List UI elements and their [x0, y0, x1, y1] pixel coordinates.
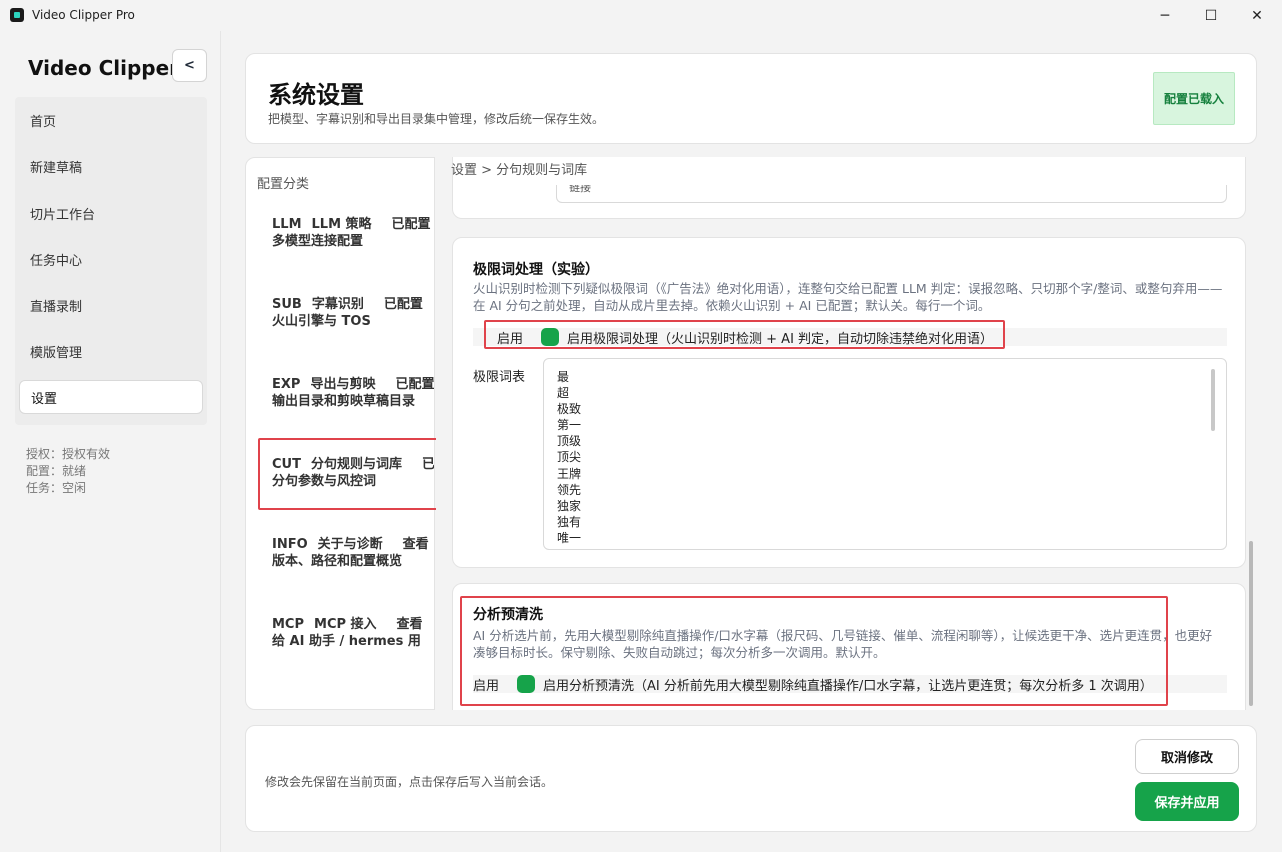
toggle-label: 启用: [497, 331, 524, 347]
category-status: 已启: [421, 457, 435, 472]
extreme-words-card: 极限词处理（实验） 火山识别时检测下列疑似极限词（《广告法》绝对化用语），连整句…: [452, 237, 1246, 568]
category-name: 关于与诊断: [317, 537, 383, 552]
extreme-words-toggle[interactable]: [541, 328, 560, 346]
sidebar-item-templates[interactable]: 模版管理: [19, 334, 203, 368]
preclean-toggle[interactable]: [517, 675, 536, 693]
preclean-card: 分析预清洗 AI 分析选片前，先用大模型剔除纯直播操作/口水字幕（报尺码、几号链…: [452, 583, 1246, 710]
category-code: CUT: [272, 457, 301, 472]
category-desc: 版本、路径和配置概览: [272, 554, 403, 569]
title-bar: Video Clipper Pro ─ ☐ ✕: [0, 0, 1282, 31]
category-desc: 多模型连接配置: [272, 234, 364, 249]
category-status: 查看: [396, 617, 423, 632]
category-heading: 配置分类: [257, 177, 310, 192]
category-desc: 火山引擎与 TOS: [272, 314, 371, 329]
word-item: 领先: [557, 482, 582, 497]
toggle-label: 启用: [473, 678, 500, 694]
content-scrollbar[interactable]: [1249, 541, 1253, 706]
preclean-title: 分析预清洗: [473, 607, 543, 623]
category-code: MCP: [272, 617, 305, 632]
save-apply-button[interactable]: 保存并应用: [1135, 782, 1239, 821]
sidebar-item-task-center[interactable]: 任务中心: [19, 242, 203, 276]
word-item: 顶尖: [557, 450, 582, 465]
word-item: 唯一: [557, 530, 582, 545]
window-title: Video Clipper Pro: [32, 8, 135, 22]
category-code: SUB: [272, 297, 302, 312]
sidebar-collapse-button[interactable]: <: [172, 49, 207, 82]
extreme-words-toggle-row: 启用 启用极限词处理（火山识别时检测 + AI 判定，自动切除违禁绝对化用语）: [473, 328, 1227, 347]
extreme-words-title: 极限词处理（实验）: [473, 262, 599, 278]
toggle-text: 启用极限词处理（火山识别时检测 + AI 判定，自动切除违禁绝对化用语）: [567, 331, 994, 347]
word-item: 极致: [557, 402, 582, 417]
word-item: 独有: [557, 514, 582, 529]
category-code: INFO: [272, 537, 308, 552]
category-name: 字幕识别: [311, 297, 364, 312]
brand-title: Video Clipper: [28, 56, 180, 80]
extreme-words-list-label: 极限词表: [473, 370, 526, 385]
category-panel: 配置分类 LLM LLM 策略 已配置 多模型连接配置 SUB 字幕识别 已配置 火山引…: [245, 157, 435, 710]
preclean-description: AI 分析选片前，先用大模型剔除纯直播操作/口水字幕（报尺码、几号链接、催单、流…: [473, 628, 1213, 660]
page-subtitle: 把模型、字幕识别和导出目录集中管理，修改后统一保存生效。: [268, 112, 605, 126]
footer-actions: 修改会先保留在当前页面，点击保存后写入当前会话。 取消修改 保存并应用: [245, 725, 1257, 832]
category-item-cut[interactable]: CUT 分句规则与词库 已启 分句参数与风控词: [272, 456, 435, 490]
category-name: 导出与剪映: [310, 377, 376, 392]
app-logo-icon: [10, 8, 24, 22]
word-item: 最: [557, 370, 570, 384]
close-icon[interactable]: ✕: [1234, 0, 1280, 31]
category-item-llm[interactable]: LLM LLM 策略 已配置 多模型连接配置: [272, 216, 434, 250]
minimize-icon[interactable]: ─: [1142, 0, 1188, 31]
category-code: EXP: [272, 377, 301, 392]
settings-content: 链接 设置 > 分句规则与词库 极限词处理（实验） 火山识别时检测下列疑似极限词…: [436, 157, 1257, 710]
footer-note: 修改会先保留在当前页面，点击保存后写入当前会话。: [265, 775, 554, 789]
preclean-toggle-row: 启用 启用分析预清洗（AI 分析前先用大模型剔除纯直播操作/口水字幕，让选片更连…: [473, 675, 1227, 694]
sidebar-item-new-draft[interactable]: 新建草稿: [19, 149, 203, 183]
category-name: 分句规则与词库: [310, 457, 402, 472]
category-desc: 输出目录和剪映草稿目录: [272, 394, 416, 409]
category-desc: 给 AI 助手 / hermes 用: [272, 634, 421, 649]
category-name: LLM 策略: [311, 217, 372, 232]
category-name: MCP 接入: [314, 617, 377, 632]
category-item-sub[interactable]: SUB 字幕识别 已配置 火山引擎与 TOS: [272, 296, 434, 330]
sidebar-nav: 首页 新建草稿 切片工作台 任务中心 直播录制 模版管理 设置: [15, 97, 207, 425]
sidebar-item-settings[interactable]: 设置: [19, 380, 203, 414]
cancel-changes-button[interactable]: 取消修改: [1135, 739, 1239, 774]
category-item-exp[interactable]: EXP 导出与剪映 已配置 输出目录和剪映草稿目录: [272, 376, 435, 410]
textarea-scrollbar[interactable]: [1211, 369, 1215, 431]
category-item-info[interactable]: INFO 关于与诊断 查看 版本、路径和配置概览: [272, 536, 434, 570]
sidebar-item-live-recording[interactable]: 直播录制: [19, 288, 203, 322]
word-item: 超: [557, 386, 570, 401]
category-status: 已配置: [391, 217, 431, 232]
category-code: LLM: [272, 217, 302, 232]
category-status: 已配置: [395, 377, 435, 392]
extreme-words-textarea[interactable]: 最 超 极致 第一 顶级 顶尖 王牌 领先 独家 独有 唯一: [543, 358, 1227, 550]
license-status: 授权：授权有效: [26, 447, 111, 461]
breadcrumb: 设置 > 分句规则与词库: [451, 163, 588, 178]
maximize-icon[interactable]: ☐: [1188, 0, 1234, 31]
config-status: 配置：就绪: [26, 464, 87, 478]
category-desc: 分句参数与风控词: [272, 474, 377, 489]
category-item-mcp[interactable]: MCP MCP 接入 查看 给 AI 助手 / hermes 用: [272, 616, 434, 650]
sidebar: Video Clipper < 首页 新建草稿 切片工作台 任务中心 直播录制 …: [0, 31, 221, 852]
category-status: 查看: [402, 537, 429, 552]
settings-header: 系统设置 把模型、字幕识别和导出目录集中管理，修改后统一保存生效。 配置已载入: [245, 53, 1257, 144]
config-loaded-badge: 配置已载入: [1153, 72, 1235, 125]
task-status: 任务：空闲: [26, 481, 87, 495]
sidebar-item-clip-workbench[interactable]: 切片工作台: [19, 196, 203, 230]
word-item: 王牌: [557, 466, 582, 481]
word-item: 顶级: [557, 434, 582, 449]
toggle-text: 启用分析预清洗（AI 分析前先用大模型剔除纯直播操作/口水字幕，让选片更连贯；每…: [543, 678, 1153, 694]
sidebar-item-home[interactable]: 首页: [19, 103, 203, 137]
word-item: 独家: [557, 498, 582, 513]
category-status: 已配置: [383, 297, 423, 312]
extreme-words-description: 火山识别时检测下列疑似极限词（《广告法》绝对化用语），连整句交给已配置 LLM …: [473, 281, 1223, 313]
page-title: 系统设置: [268, 81, 364, 109]
status-panel: 授权：授权有效 配置：就绪 任务：空闲: [26, 446, 110, 497]
previous-textarea[interactable]: 链接: [556, 185, 1227, 203]
word-item: 第一: [557, 418, 582, 433]
